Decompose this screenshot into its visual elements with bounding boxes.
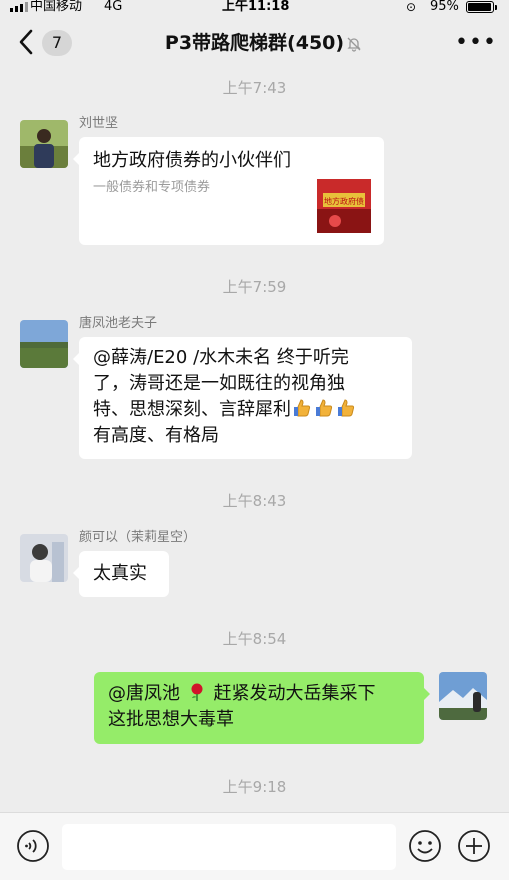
status-time: 上午11:18 bbox=[222, 0, 290, 14]
message-line: 这批思想大毒草 bbox=[108, 709, 234, 730]
input-bar bbox=[0, 812, 509, 880]
rose-icon bbox=[187, 682, 207, 702]
status-bar: 中国移动 4G 上午11:18 ⊙ 95% bbox=[0, 0, 509, 14]
card-thumbnail: 地方政府债 bbox=[317, 179, 371, 233]
card-thumb-text: 地方政府债 bbox=[324, 196, 364, 206]
more-icon: ••• bbox=[455, 30, 497, 55]
sender-name: 唐凤池老夫子 bbox=[79, 316, 158, 331]
message-line: 特、思想深刻、言辞犀利 bbox=[93, 397, 398, 423]
message-bubble[interactable]: 太真实 bbox=[73, 551, 169, 597]
thumbs-up-icon bbox=[292, 398, 312, 418]
card-title: 地方政府债券的小伙伴们 bbox=[93, 150, 291, 171]
timestamp: 上午8:54 bbox=[222, 630, 287, 648]
my-avatar[interactable] bbox=[439, 672, 487, 720]
avatar[interactable] bbox=[20, 534, 68, 582]
message-bubble[interactable]: @薛涛/E20 /水木未名 终于听完 了，涛哥还是一如既往的视角独 特、思想深刻… bbox=[73, 337, 412, 459]
link-card[interactable]: 地方政府债券的小伙伴们 一般债券和专项债券 地方政府债 bbox=[73, 137, 384, 245]
plus-icon[interactable] bbox=[457, 829, 491, 863]
voice-icon[interactable] bbox=[16, 829, 50, 863]
network-label: 4G bbox=[104, 0, 123, 14]
chat-header: 7 P3带路爬梯群(450) ••• bbox=[0, 14, 509, 72]
timestamp: 上午8:43 bbox=[222, 492, 287, 510]
signal-icon bbox=[10, 2, 28, 12]
timestamp: 上午7:59 bbox=[222, 278, 287, 296]
avatar[interactable] bbox=[20, 120, 68, 168]
rotation-lock-icon: ⊙ bbox=[406, 0, 417, 14]
message-text: @唐凤池 bbox=[108, 683, 186, 704]
chat-title: P3带路爬梯群(450) bbox=[164, 32, 345, 54]
my-message-bubble[interactable]: @唐凤池 赶紧发动大岳集采下 这批思想大毒草 bbox=[94, 672, 430, 744]
carrier-label: 中国移动 bbox=[30, 0, 83, 14]
thumbs-up-icon bbox=[314, 398, 334, 418]
battery-icon bbox=[466, 1, 497, 13]
avatar[interactable] bbox=[20, 320, 68, 368]
card-description: 一般债券和专项债券 bbox=[93, 180, 211, 195]
message-line: 有高度、有格局 bbox=[93, 425, 219, 446]
thumbs-up-icon bbox=[336, 398, 356, 418]
battery-fill bbox=[468, 3, 491, 11]
message-line: @唐凤池 赶紧发动大岳集采下 bbox=[108, 681, 410, 707]
message-input[interactable] bbox=[62, 824, 396, 870]
timestamp: 上午7:43 bbox=[222, 79, 287, 97]
sender-name: 颜可以（茉莉星空） bbox=[79, 530, 197, 545]
message-text: 赶紧发动大岳集采下 bbox=[207, 683, 376, 704]
emoji-icon[interactable] bbox=[408, 829, 442, 863]
sender-name: 刘世坚 bbox=[79, 116, 119, 131]
message-text: 特、思想深刻、言辞犀利 bbox=[93, 399, 291, 420]
message-text: 太真实 bbox=[93, 563, 147, 584]
timestamp: 上午9:18 bbox=[222, 778, 287, 796]
battery-percent: 95% bbox=[430, 0, 459, 14]
message-line: @薛涛/E20 /水木未名 终于听完 bbox=[93, 347, 349, 368]
more-button[interactable]: ••• bbox=[455, 30, 497, 56]
message-line: 了，涛哥还是一如既往的视角独 bbox=[93, 373, 345, 394]
bell-off-icon bbox=[347, 37, 361, 52]
